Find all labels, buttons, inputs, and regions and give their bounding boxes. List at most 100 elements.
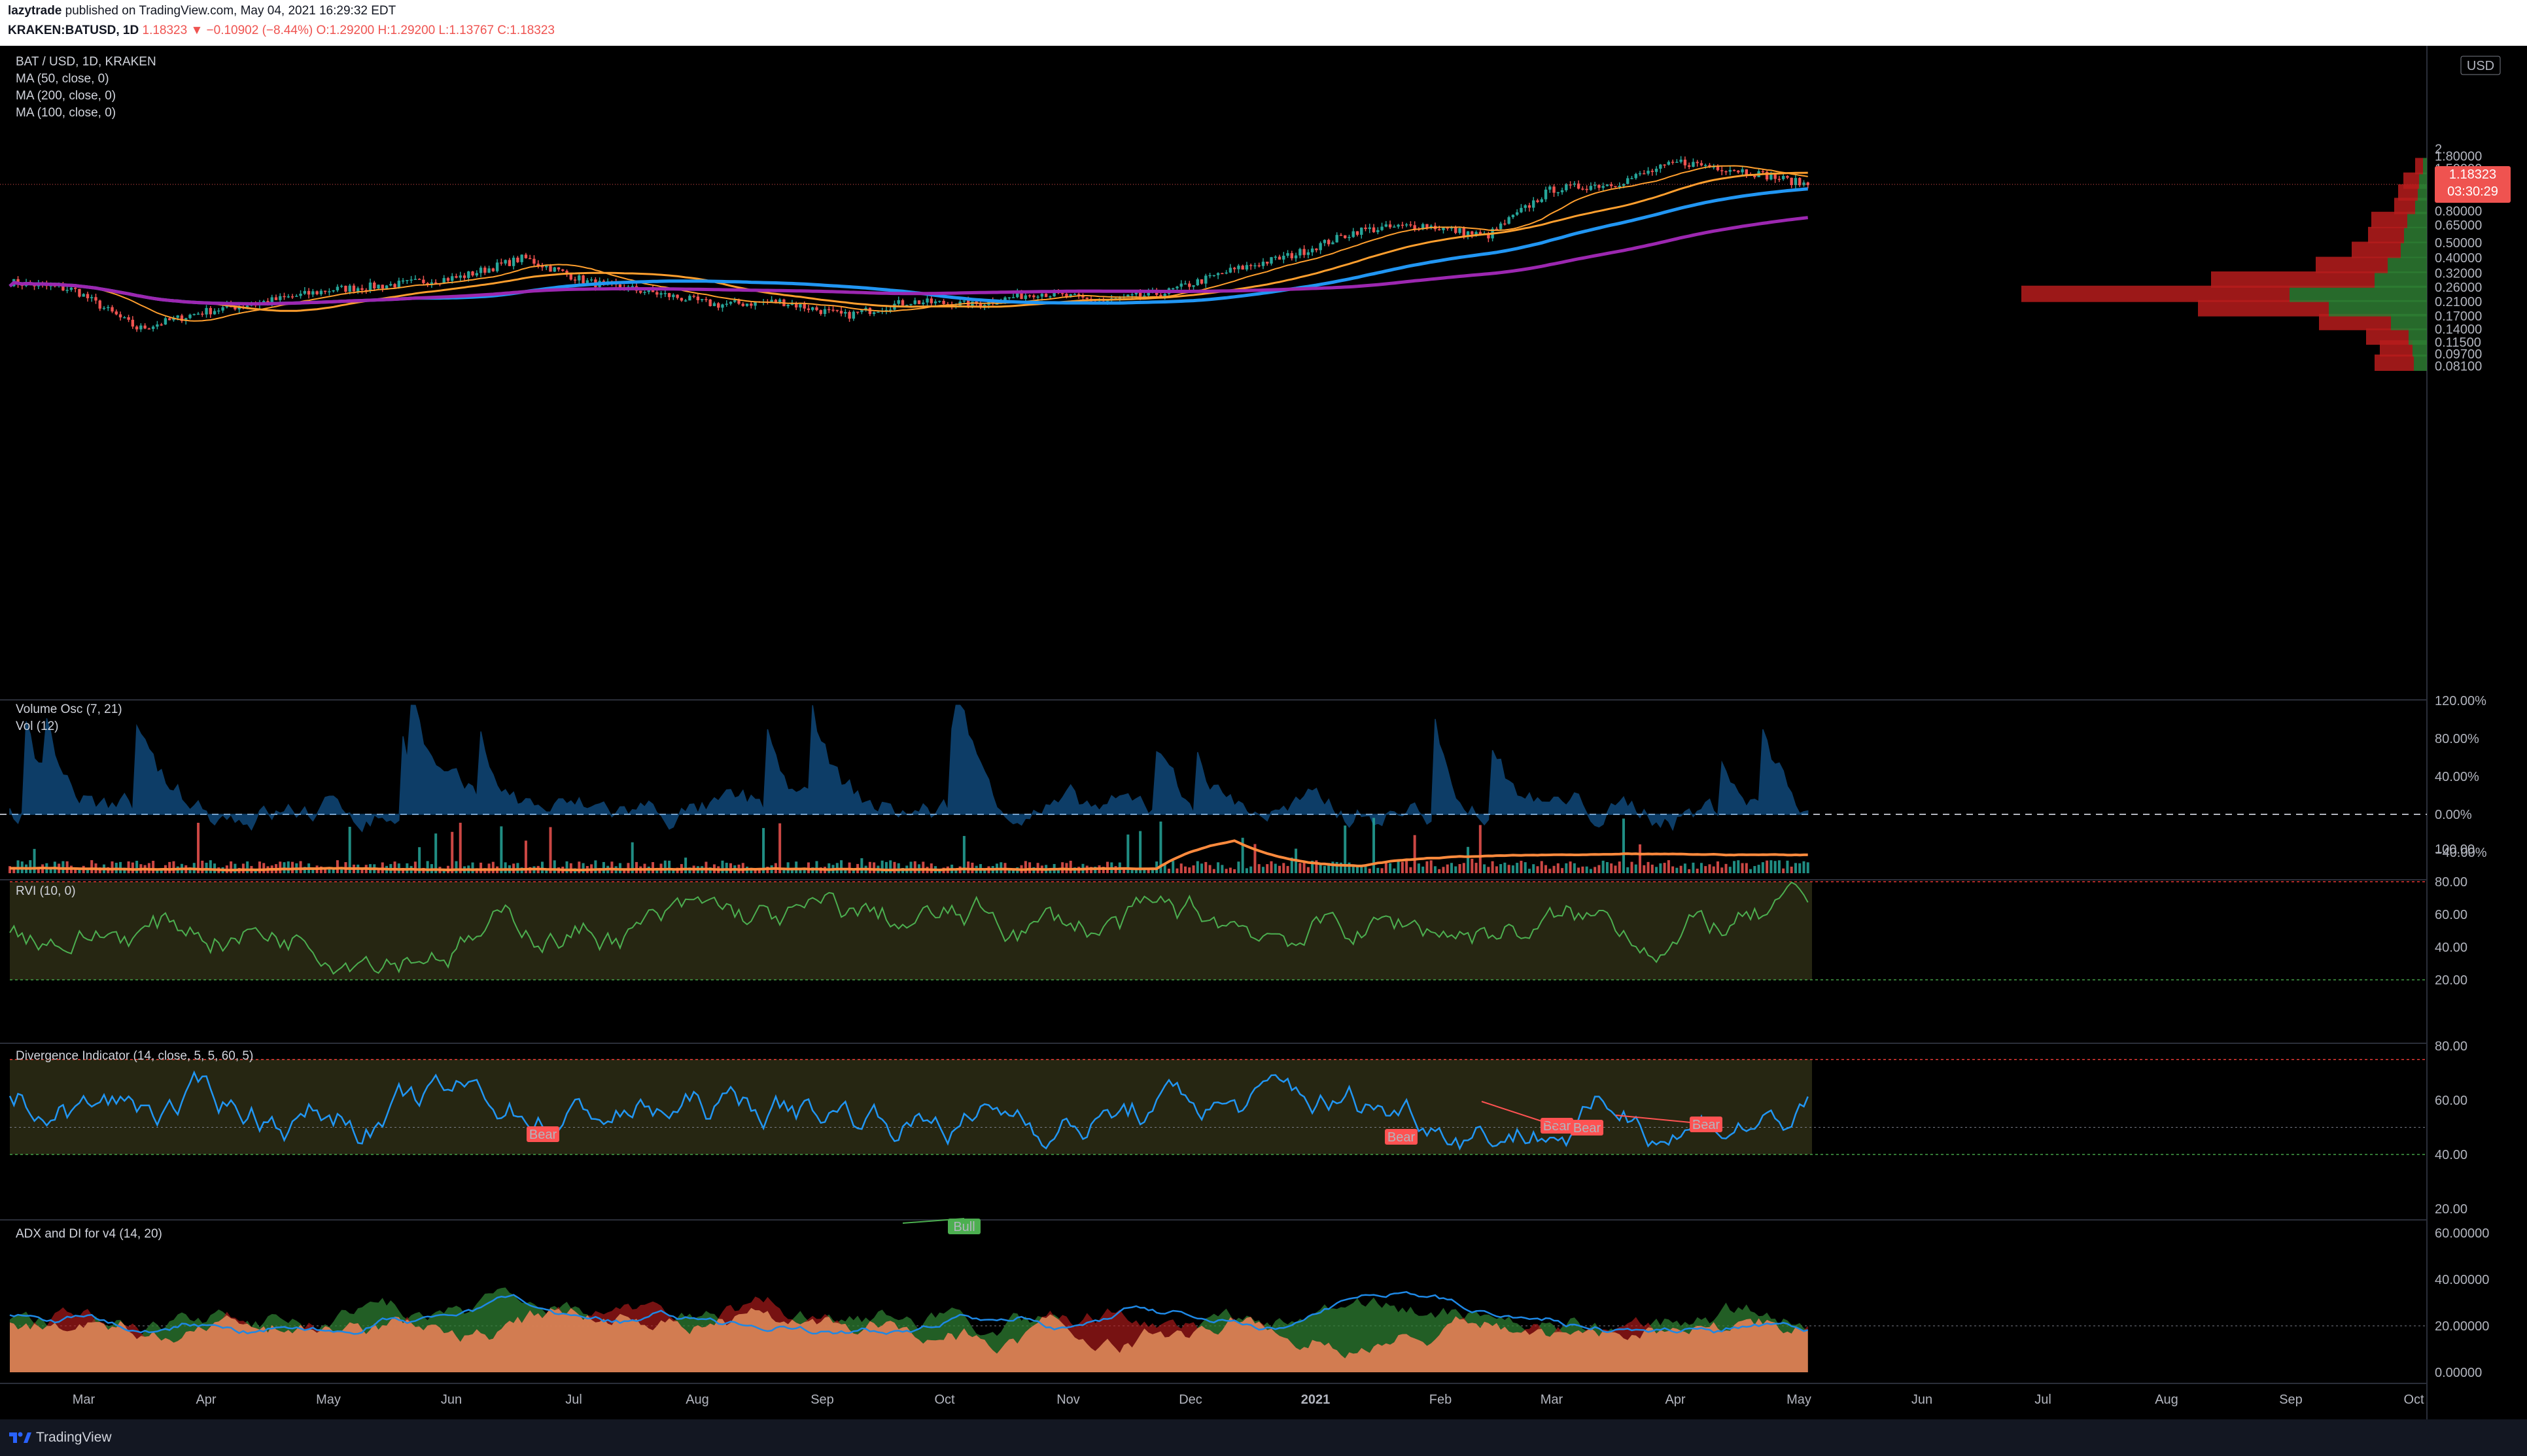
tradingview-logo-icon[interactable] (8, 1427, 31, 1444)
div-tick: 80.00 (2435, 1039, 2467, 1054)
candle-body (139, 325, 143, 330)
bear-label: Bear (527, 1126, 559, 1142)
brand-name[interactable]: TradingView (36, 1430, 112, 1446)
volume-bar (1647, 861, 1650, 873)
candle-body (1527, 205, 1531, 208)
volume-bar (1192, 865, 1195, 873)
candle-body (1737, 170, 1740, 173)
month-tick: May (316, 1393, 341, 1407)
volume-bar (1790, 866, 1793, 873)
bear-label: Bear (1690, 1117, 1722, 1132)
candle-body (1761, 171, 1765, 173)
candle-body (1036, 296, 1039, 298)
candle-body (1794, 178, 1798, 185)
candle-body (1085, 297, 1089, 299)
author[interactable]: lazytrade (8, 4, 61, 18)
volume-bar (426, 861, 429, 873)
candle-body (73, 287, 77, 289)
volume-bar (1511, 865, 1514, 873)
volume-bar (1626, 867, 1629, 873)
candle-body (1597, 184, 1601, 188)
candle-body (65, 290, 69, 291)
legend-div[interactable]: Divergence Indicator (14, close, 5, 5, 6… (16, 1049, 253, 1064)
candle-body (1474, 232, 1478, 235)
candle-body (1716, 166, 1720, 171)
candle-body (295, 296, 298, 297)
bull-label: Bull (948, 1219, 981, 1234)
candle-body (839, 311, 843, 314)
candle-body (422, 279, 425, 283)
candle-body (938, 300, 941, 302)
price-tick: 0.80000 (2435, 204, 2482, 218)
candle-body (1298, 249, 1302, 256)
volume-bar (1176, 868, 1179, 873)
volume-profile (2021, 158, 2427, 372)
candle-body (332, 290, 335, 292)
candle-body (1331, 242, 1334, 245)
candle-body (1745, 169, 1749, 175)
candle-body (1176, 286, 1179, 288)
month-tick: Oct (2403, 1393, 2424, 1407)
candle-body (1548, 186, 1552, 190)
vp-bar-up (2290, 285, 2427, 302)
legend-rvi[interactable]: RVI (10, 0) (16, 884, 76, 899)
volume-bar (230, 861, 233, 873)
volume-bar (1569, 861, 1572, 873)
candle-body (549, 266, 552, 272)
volume-bar (1712, 866, 1715, 873)
chart-svg[interactable]: 2.1.800001.500001.000000.800000.650000.5… (0, 46, 2527, 1419)
candle-body (143, 325, 147, 329)
label-text: Bear (529, 1128, 557, 1142)
candle-body (733, 300, 737, 302)
candle-body (360, 288, 364, 290)
candle-body (451, 276, 454, 281)
volume-bar (1221, 865, 1224, 873)
volume-bar (1249, 866, 1253, 873)
candle-body (1462, 228, 1465, 236)
volume-bar (1266, 864, 1269, 873)
candle-body (930, 298, 933, 303)
candle-body (1532, 200, 1535, 208)
candle-body (729, 302, 733, 304)
volume-bar (1507, 865, 1510, 873)
candle-body (1183, 283, 1187, 285)
candle-body (528, 258, 532, 260)
last-price-value: 1.18323 (2449, 167, 2497, 182)
vp-bar-up (2401, 241, 2427, 258)
candle-body (1647, 171, 1650, 174)
candle-body (1393, 226, 1396, 228)
volume-bar (479, 862, 483, 873)
legend-ma100[interactable]: MA (100, close, 0) (16, 106, 116, 120)
chart-area[interactable]: 2.1.800001.500001.000000.800000.650000.5… (0, 46, 2527, 1419)
candle-body (1007, 297, 1011, 299)
candle-body (741, 303, 744, 306)
volume-bar (1380, 868, 1384, 873)
legend-ma50[interactable]: MA (50, close, 0) (16, 72, 109, 86)
candle-body (1372, 227, 1376, 232)
volume-bar (1630, 861, 1633, 873)
volume-bar (500, 826, 503, 873)
price-tick: 0.32000 (2435, 266, 2482, 281)
legend-vol[interactable]: Vol (12) (16, 719, 58, 734)
ma50-line (9, 171, 1808, 312)
candle-body (1724, 171, 1728, 173)
candle-body (1073, 294, 1077, 296)
candle-body (1781, 176, 1785, 179)
legend-ma200[interactable]: MA (200, close, 0) (16, 89, 116, 103)
volume-bar (1172, 861, 1175, 873)
candle-body (479, 268, 483, 273)
candle-body (786, 305, 790, 307)
candle-body (561, 269, 565, 271)
legend-adx[interactable]: ADX and DI for v4 (14, 20) (16, 1227, 162, 1241)
candle-body (737, 300, 741, 304)
candle-body (1364, 227, 1367, 230)
candle-body (1274, 256, 1277, 258)
legend-volosc[interactable]: Volume Osc (7, 21) (16, 702, 122, 717)
candle-body (118, 314, 122, 318)
volume-bar (1306, 867, 1310, 873)
candle-body (323, 290, 327, 292)
month-tick: Sep (810, 1393, 834, 1407)
candle-body (888, 309, 892, 311)
volume-bar (815, 861, 818, 873)
candle-body (676, 294, 679, 298)
